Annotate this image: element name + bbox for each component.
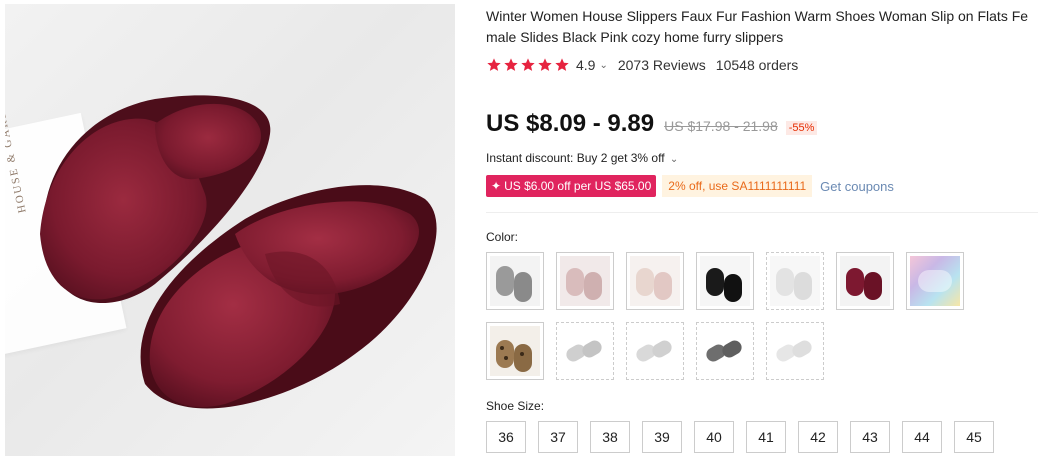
size-option-45[interactable]: 45 — [954, 421, 994, 453]
color-option-black[interactable] — [696, 252, 754, 310]
size-option-36[interactable]: 36 — [486, 421, 526, 453]
size-option-42[interactable]: 42 — [798, 421, 838, 453]
color-option-multicolor[interactable] — [906, 252, 964, 310]
slippers-image — [40, 95, 437, 409]
instant-discount[interactable]: Instant discount: Buy 2 get 3% off ⌄ — [486, 151, 688, 165]
color-thumbnail — [770, 326, 820, 376]
reviews-link[interactable]: 2073 Reviews — [618, 57, 706, 73]
store-coupon[interactable]: ✦ US $6.00 off per US $65.00 — [486, 175, 657, 197]
rating-value[interactable]: 4.9 — [576, 57, 595, 73]
size-option-40[interactable]: 40 — [694, 421, 734, 453]
color-thumbnail — [770, 256, 820, 306]
coupon-row: ✦ US $6.00 off per US $65.00 2% off, use… — [486, 175, 894, 197]
get-coupons-link[interactable]: Get coupons — [820, 179, 894, 194]
star-icon — [487, 58, 501, 71]
color-thumbnail — [630, 256, 680, 306]
size-option-44[interactable]: 44 — [902, 421, 942, 453]
chevron-down-icon[interactable]: ⌄ — [599, 60, 607, 71]
size-option-39[interactable]: 39 — [642, 421, 682, 453]
size-option-38[interactable]: 38 — [590, 421, 630, 453]
star-icon — [538, 58, 552, 71]
color-label: Color: — [486, 230, 519, 244]
color-thumbnail — [700, 326, 750, 376]
color-option-flipflop-light-grey-1[interactable] — [556, 322, 614, 380]
color-option-white[interactable] — [766, 252, 824, 310]
color-thumbnail — [700, 256, 750, 306]
size-option-41[interactable]: 41 — [746, 421, 786, 453]
discount-badge: -55% — [785, 121, 818, 135]
color-option-wine-red[interactable] — [836, 252, 894, 310]
size-option-43[interactable]: 43 — [850, 421, 890, 453]
color-option-beige-pink[interactable] — [626, 252, 684, 310]
orders-count: 10548 orders — [715, 57, 799, 73]
price-row: US $8.09 - 9.89 US $17.98 - 21.98 -55% — [486, 110, 818, 138]
color-option-light-pink[interactable] — [556, 252, 614, 310]
star-icon — [555, 58, 569, 71]
star-icon — [521, 58, 535, 71]
divider — [486, 212, 1038, 213]
product-title: Winter Women House Slippers Faux Fur Fas… — [486, 8, 1029, 45]
promo-code-coupon[interactable]: 2% off, use SA1111111111 — [662, 175, 813, 197]
rating-stars — [486, 57, 570, 73]
star-icon — [504, 58, 518, 71]
store-coupon-text: US $6.00 off per US $65.00 — [504, 179, 652, 193]
color-thumbnail — [910, 256, 960, 306]
color-option-flipflop-dark-grey[interactable] — [696, 322, 754, 380]
instant-discount-text: Instant discount: Buy 2 get 3% off — [486, 151, 665, 165]
original-price: US $17.98 - 21.98 — [664, 118, 778, 134]
color-thumbnail — [840, 256, 890, 306]
rating-row: 4.9 ⌄ 2073 Reviews 10548 orders — [486, 57, 798, 73]
color-thumbnail — [490, 256, 540, 306]
color-option-flipflop-light-grey-2[interactable] — [626, 322, 684, 380]
color-thumbnail — [560, 326, 610, 376]
size-option-37[interactable]: 37 — [538, 421, 578, 453]
color-option-flipflop-white[interactable] — [766, 322, 824, 380]
current-price: US $8.09 - 9.89 — [486, 110, 655, 137]
size-options: 36 37 38 39 40 41 42 43 44 45 — [486, 421, 994, 453]
sparkle-icon: ✦ — [491, 179, 502, 193]
color-thumbnail — [630, 326, 680, 376]
product-main-image[interactable]: HOUSE & GARDEN IDEAS — [5, 4, 455, 456]
shoe-size-label: Shoe Size: — [486, 399, 545, 413]
chevron-down-icon: ⌄ — [669, 154, 679, 165]
color-thumbnail — [560, 256, 610, 306]
color-option-grey[interactable] — [486, 252, 544, 310]
color-thumbnail — [490, 326, 540, 376]
color-option-leopard[interactable] — [486, 322, 544, 380]
